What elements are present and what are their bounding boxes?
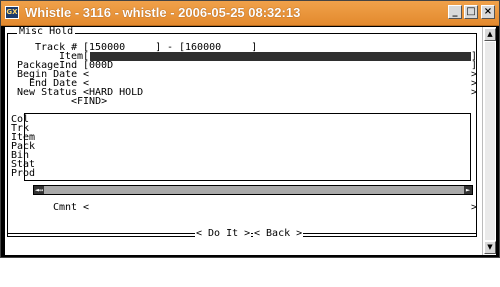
scroll-down-icon[interactable]: ▼ [484, 241, 496, 254]
results-box [24, 113, 471, 181]
comment-field[interactable]: < [83, 203, 89, 213]
title-bar[interactable]: GX Whistle - 3116 - whistle - 2006-05-25… [1, 1, 499, 26]
vertical-scrollbar[interactable]: ▲ ▼ [482, 27, 496, 255]
scroll-up-icon[interactable]: ▲ [484, 28, 496, 41]
close-button[interactable]: × [481, 5, 495, 19]
back-button[interactable]: < Back > [253, 229, 304, 239]
maximize-button[interactable]: □ [464, 5, 478, 19]
prod-label: Prod [11, 168, 36, 179]
scroll-right-icon[interactable]: ► [464, 186, 472, 194]
terminal-client-area: Misc Hold Track # [150000 ] - [160000 ] … [5, 27, 482, 255]
find-button[interactable]: <FIND> [71, 97, 107, 107]
item-input[interactable] [90, 52, 471, 61]
window-title: Whistle - 3116 - whistle - 2006-05-25 08… [25, 5, 301, 20]
scroll-track[interactable] [485, 42, 495, 240]
minimize-button[interactable]: _ [448, 5, 462, 19]
comment-close: > [471, 202, 478, 213]
app-window: GX Whistle - 3116 - whistle - 2006-05-25… [0, 0, 500, 258]
do-it-button[interactable]: < Do It > [195, 229, 252, 239]
scroll-left-icon[interactable]: ◄↔ [34, 186, 44, 194]
horizontal-scrollbar[interactable]: ◄↔ ► [33, 185, 473, 195]
app-icon[interactable]: GX [5, 6, 19, 19]
new-status-close: > [471, 87, 478, 98]
comment-label: Cmnt [53, 202, 78, 213]
new-status-label: New Status [17, 87, 78, 98]
form-title: Misc Hold [17, 26, 76, 37]
